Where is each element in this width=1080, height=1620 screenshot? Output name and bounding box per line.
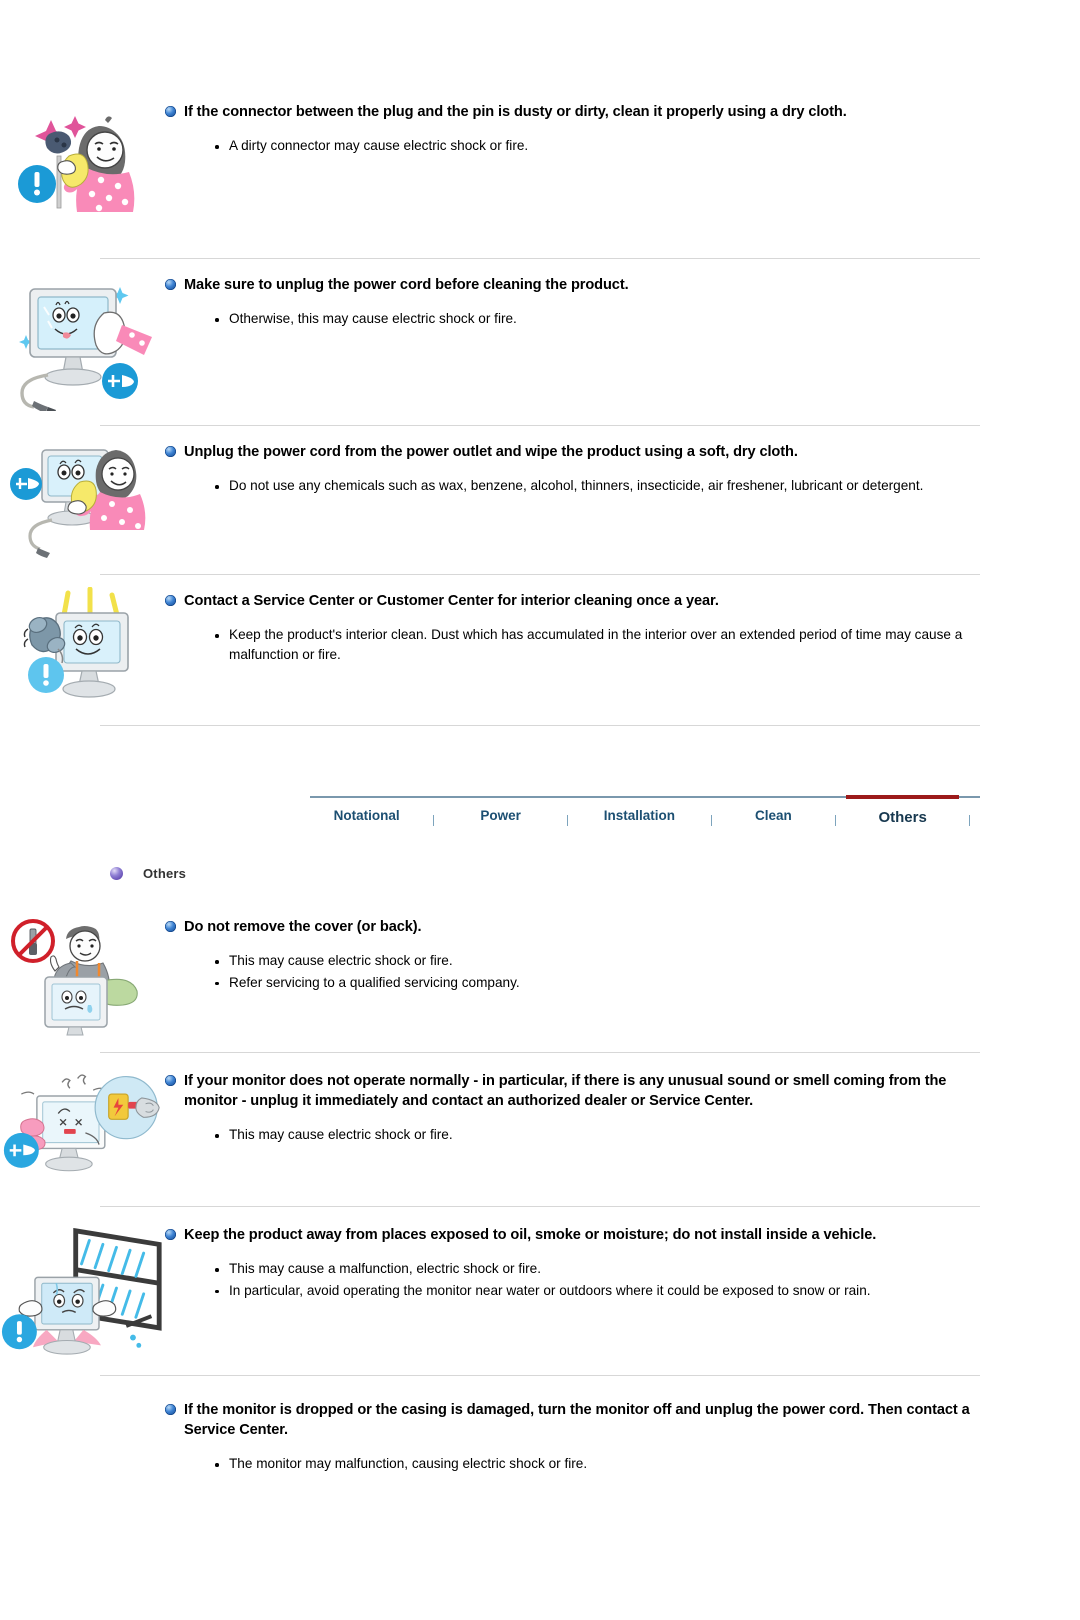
safety-bullet-list: This may cause a malfunction, electric s… [165, 1259, 980, 1300]
tab-others[interactable]: Others [846, 795, 960, 834]
safety-item-body: If your monitor does not operate normall… [165, 1061, 1080, 1147]
section-divider [100, 1206, 980, 1207]
safety-bullet-list: Keep the product's interior clean. Dust … [165, 625, 980, 664]
safety-item-heading: Do not remove the cover (or back). [165, 917, 980, 937]
tab-label: Notational [333, 808, 400, 823]
list-item: Otherwise, this may cause electric shock… [215, 309, 980, 329]
safety-bullet-list: The monitor may malfunction, causing ele… [165, 1454, 980, 1474]
section-divider [100, 574, 980, 575]
safety-item-body: If the connector between the plug and th… [165, 92, 1080, 158]
blue-sphere-bullet-icon [165, 1075, 176, 1086]
tab-label: Clean [754, 808, 792, 823]
monitor-wipe-unplug-illustration [0, 265, 165, 411]
list-item: Keep the product's interior clean. Dust … [215, 625, 980, 664]
safety-bullet-list: This may cause electric shock or fire. [165, 1125, 980, 1145]
safety-bullet-list: Do not use any chemicals such as wax, be… [165, 476, 980, 496]
tab-clean[interactable]: Clean [721, 798, 825, 834]
safety-item: Do not remove the cover (or back). This … [0, 907, 1080, 1038]
section-header-label: Others [143, 866, 187, 881]
section-divider [100, 1052, 980, 1053]
safety-item: Keep the product away from places expose… [0, 1215, 1080, 1361]
list-item: A dirty connector may cause electric sho… [215, 136, 980, 156]
safety-item-heading: If the monitor is dropped or the casing … [165, 1400, 980, 1440]
safety-item-body: If the monitor is dropped or the casing … [165, 1390, 1080, 1476]
safety-item: If your monitor does not operate normall… [0, 1061, 1080, 1192]
monitor-rain-window-illustration [0, 1215, 165, 1361]
woman-cleaning-plug-illustration [0, 92, 165, 218]
tab-installation[interactable]: Installation [578, 798, 701, 834]
safety-item: Unplug the power cord from the power out… [0, 432, 1080, 558]
safety-item-heading: Contact a Service Center or Customer Cen… [165, 591, 980, 611]
safety-heading-text: Do not remove the cover (or back). [184, 919, 422, 935]
safety-item-body: Unplug the power cord from the power out… [165, 432, 1080, 498]
safety-item-heading: If the connector between the plug and th… [165, 102, 980, 122]
tab-separator [825, 798, 846, 834]
purple-sphere-icon [110, 867, 123, 880]
safety-item-body: Make sure to unplug the power cord befor… [165, 265, 1080, 331]
tab-separator [959, 798, 980, 834]
section-header-others: Others [110, 866, 1080, 881]
section-divider [100, 725, 980, 726]
safety-instructions-page: If the connector between the plug and th… [0, 92, 1080, 1620]
safety-bullet-list: This may cause electric shock or fire. R… [165, 951, 980, 992]
monitor-phone-service-illustration [0, 581, 165, 707]
no-disassembly-repairman-illustration [0, 907, 165, 1038]
tab-separator [423, 798, 444, 834]
safety-heading-text: If your monitor does not operate normall… [184, 1073, 947, 1109]
safety-heading-text: If the connector between the plug and th… [184, 104, 847, 120]
safety-item: If the monitor is dropped or the casing … [0, 1390, 1080, 1476]
safety-item-body: Do not remove the cover (or back). This … [165, 907, 1080, 994]
section-divider [100, 1375, 980, 1376]
blue-sphere-bullet-icon [165, 921, 176, 932]
tab-notational[interactable]: Notational [310, 798, 423, 834]
tab-separator [701, 798, 722, 834]
safety-bullet-list: Otherwise, this may cause electric shock… [165, 309, 980, 329]
safety-heading-text: If the monitor is dropped or the casing … [184, 1402, 970, 1438]
safety-item: Make sure to unplug the power cord befor… [0, 265, 1080, 411]
blue-sphere-bullet-icon [165, 446, 176, 457]
blue-sphere-bullet-icon [165, 279, 176, 290]
list-item: Do not use any chemicals such as wax, be… [215, 476, 980, 496]
blue-sphere-bullet-icon [165, 1229, 176, 1240]
safety-item-body: Contact a Service Center or Customer Cen… [165, 581, 1080, 666]
safety-heading-text: Make sure to unplug the power cord befor… [184, 277, 629, 293]
woman-wiping-monitor-illustration [0, 432, 165, 558]
safety-item: Contact a Service Center or Customer Cen… [0, 581, 1080, 707]
safety-item: If the connector between the plug and th… [0, 92, 1080, 218]
safety-bullet-list: A dirty connector may cause electric sho… [165, 136, 980, 156]
section-divider [100, 258, 980, 259]
list-item: In particular, avoid operating the monit… [215, 1281, 980, 1301]
list-item: The monitor may malfunction, causing ele… [215, 1454, 980, 1474]
tab-label: Installation [603, 808, 675, 823]
safety-heading-text: Unplug the power cord from the power out… [184, 444, 798, 460]
tab-power[interactable]: Power [444, 798, 557, 834]
tab-label: Power [480, 808, 521, 823]
section-divider [100, 425, 980, 426]
list-item: This may cause electric shock or fire. [215, 951, 980, 971]
safety-heading-text: Contact a Service Center or Customer Cen… [184, 593, 719, 609]
tab-label: Others [878, 809, 927, 826]
blue-sphere-bullet-icon [165, 595, 176, 606]
list-item: Refer servicing to a qualified servicing… [215, 973, 980, 993]
no-illustration-placeholder [0, 1390, 165, 1396]
safety-item-heading: Keep the product away from places expose… [165, 1225, 980, 1245]
safety-heading-text: Keep the product away from places expose… [184, 1227, 877, 1243]
tab-separator [557, 798, 578, 834]
safety-item-heading: Unplug the power cord from the power out… [165, 442, 980, 462]
blue-sphere-bullet-icon [165, 106, 176, 117]
safety-item-heading: Make sure to unplug the power cord befor… [165, 275, 980, 295]
tab-navigation: Notational Power Installation Clean Othe… [0, 795, 1080, 834]
tab-bar: Notational Power Installation Clean Othe… [310, 795, 980, 834]
safety-item-heading: If your monitor does not operate normall… [165, 1071, 980, 1111]
safety-item-body: Keep the product away from places expose… [165, 1215, 1080, 1302]
monitor-abnormal-smell-unplug-illustration [0, 1061, 165, 1192]
blue-sphere-bullet-icon [165, 1404, 176, 1415]
list-item: This may cause electric shock or fire. [215, 1125, 980, 1145]
list-item: This may cause a malfunction, electric s… [215, 1259, 980, 1279]
